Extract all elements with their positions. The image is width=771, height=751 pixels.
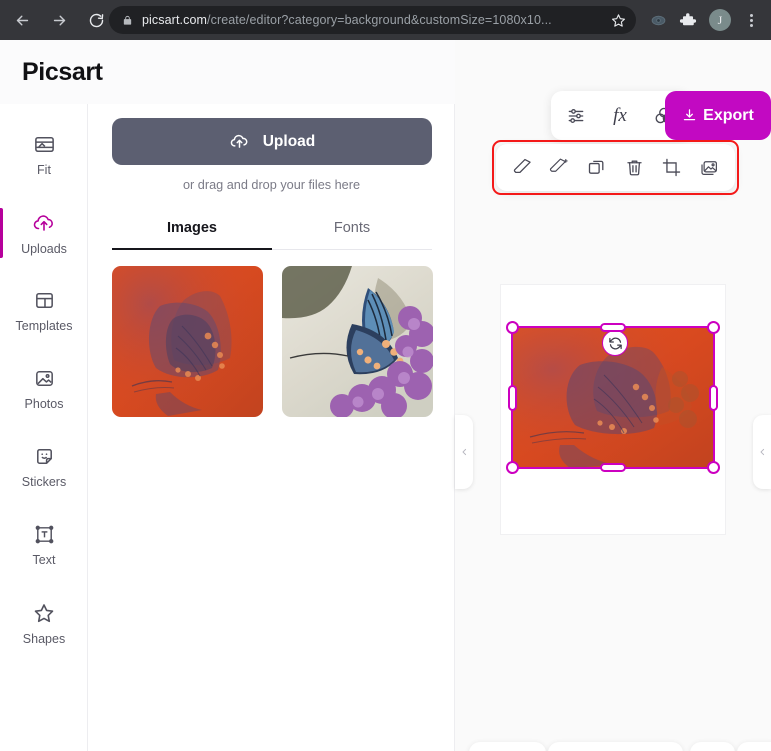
- sidebar-item-fit[interactable]: Fit: [0, 116, 88, 194]
- shapes-star-icon: [34, 603, 54, 622]
- resize-handle-left[interactable]: [508, 384, 517, 411]
- reload-icon: [89, 13, 103, 27]
- effects-fx-icon[interactable]: fx: [607, 103, 633, 129]
- picsart-editor-page: Picsart Fit Uploads Templates Photos Sti…: [0, 40, 771, 751]
- sidebar-item-templates[interactable]: Templates: [0, 272, 88, 350]
- puzzle-extension-icon[interactable]: [679, 11, 697, 29]
- collapse-right-panel-button[interactable]: [753, 415, 771, 489]
- app-header: Picsart: [0, 40, 455, 104]
- erase-tool-button[interactable]: [510, 155, 536, 181]
- address-bar[interactable]: picsart.com/create/editor?category=backg…: [109, 6, 636, 34]
- stickers-icon: [36, 449, 52, 464]
- sidebar-item-uploads[interactable]: Uploads: [0, 194, 88, 272]
- delete-tool-button[interactable]: [621, 155, 647, 181]
- chevron-left-icon: [760, 448, 764, 456]
- three-dot-menu-icon[interactable]: [743, 9, 761, 31]
- cloud-upload-icon: [230, 134, 248, 148]
- magic-eraser-icon: [550, 158, 568, 172]
- help-control[interactable]: [737, 742, 771, 751]
- preview-control[interactable]: [690, 742, 735, 751]
- back-arrow-icon: [16, 15, 28, 25]
- tab-fonts[interactable]: Fonts: [272, 208, 432, 249]
- object-actions-toolbar: [496, 144, 735, 191]
- sidebar-item-shapes[interactable]: Shapes: [0, 584, 88, 662]
- chevron-left-icon: [462, 448, 466, 456]
- sidebar-item-label: Shapes: [22, 631, 66, 646]
- tab-images[interactable]: Images: [112, 208, 272, 250]
- replace-image-tool-button[interactable]: [695, 155, 721, 181]
- left-sidebar: Fit Uploads Templates Photos Stickers Te…: [0, 104, 88, 751]
- sidebar-item-stickers[interactable]: Stickers: [0, 428, 88, 506]
- sidebar-item-label: Text: [32, 553, 56, 567]
- crop-tool-button[interactable]: [658, 155, 684, 181]
- upload-button[interactable]: Upload: [112, 118, 432, 165]
- sidebar-item-label: Fit: [37, 163, 51, 177]
- uploads-panel: Upload or drag and drop your files here …: [88, 104, 455, 751]
- fit-icon: [34, 137, 54, 152]
- resize-handle-bottom[interactable]: [600, 463, 626, 472]
- sidebar-item-text[interactable]: Text: [0, 506, 88, 584]
- sidebar-item-photos[interactable]: Photos: [0, 350, 88, 428]
- uploads-thumbnail-grid: [112, 266, 433, 417]
- resize-handle-bottom-left[interactable]: [506, 461, 519, 474]
- trash-icon: [626, 160, 642, 176]
- history-controls: [469, 742, 546, 751]
- reload-button[interactable]: [81, 5, 111, 35]
- browser-toolbar: picsart.com/create/editor?category=backg…: [0, 0, 771, 40]
- export-button-label: Export: [703, 106, 754, 124]
- adjust-sliders-icon[interactable]: [563, 103, 589, 129]
- collapse-left-panel-button[interactable]: [455, 415, 473, 489]
- forward-arrow-icon: [53, 15, 65, 25]
- drag-drop-hint: or drag and drop your files here: [182, 178, 361, 192]
- uploads-cloud-icon: [33, 214, 53, 231]
- panel-tabs: Images Fonts: [112, 208, 432, 250]
- url-path: /create/editor?category=background&custo…: [207, 13, 552, 27]
- photos-icon: [35, 371, 53, 386]
- back-button[interactable]: [7, 5, 37, 35]
- lock-icon: [122, 14, 133, 27]
- sidebar-item-label: Photos: [24, 397, 64, 411]
- bookmark-star-icon[interactable]: [611, 13, 626, 28]
- resize-handle-right[interactable]: [709, 384, 718, 411]
- magic-erase-tool-button[interactable]: [547, 155, 573, 181]
- templates-icon: [35, 293, 53, 308]
- resize-handle-top[interactable]: [600, 323, 626, 332]
- replace-image-icon: [701, 161, 717, 175]
- picsart-logo[interactable]: Picsart: [22, 58, 103, 87]
- upload-button-label: Upload: [262, 132, 316, 150]
- butterfly-orange-thumbnail[interactable]: [112, 266, 263, 417]
- resize-handle-top-left[interactable]: [506, 321, 519, 334]
- export-button[interactable]: Export: [665, 91, 771, 140]
- sidebar-item-label: Uploads: [21, 241, 67, 256]
- resize-handle-top-right[interactable]: [707, 321, 720, 334]
- url-domain: picsart.com: [142, 13, 208, 27]
- resize-handle-bottom-right[interactable]: [707, 461, 720, 474]
- eye-extension-icon[interactable]: [650, 12, 667, 29]
- screenshot-root: picsart.com/create/editor?category=backg…: [0, 0, 771, 751]
- butterfly-natural-thumbnail[interactable]: [282, 266, 433, 417]
- forward-button[interactable]: [44, 5, 74, 35]
- download-icon: [684, 109, 696, 121]
- text-icon: [35, 525, 53, 544]
- duplicate-icon: [589, 160, 604, 174]
- crop-icon: [662, 158, 680, 177]
- fx-label: fx: [613, 104, 627, 126]
- url-text: picsart.com/create/editor?category=backg…: [142, 13, 605, 27]
- profile-avatar[interactable]: J: [709, 9, 731, 31]
- zoom-controls: 100 %: [548, 742, 683, 751]
- duplicate-tool-button[interactable]: [584, 155, 610, 181]
- browser-action-icons: J: [644, 0, 767, 40]
- sidebar-item-label: Stickers: [21, 475, 67, 489]
- eraser-icon: [513, 158, 531, 173]
- sidebar-item-label: Templates: [15, 319, 73, 333]
- selection-bounding-box[interactable]: [506, 321, 720, 474]
